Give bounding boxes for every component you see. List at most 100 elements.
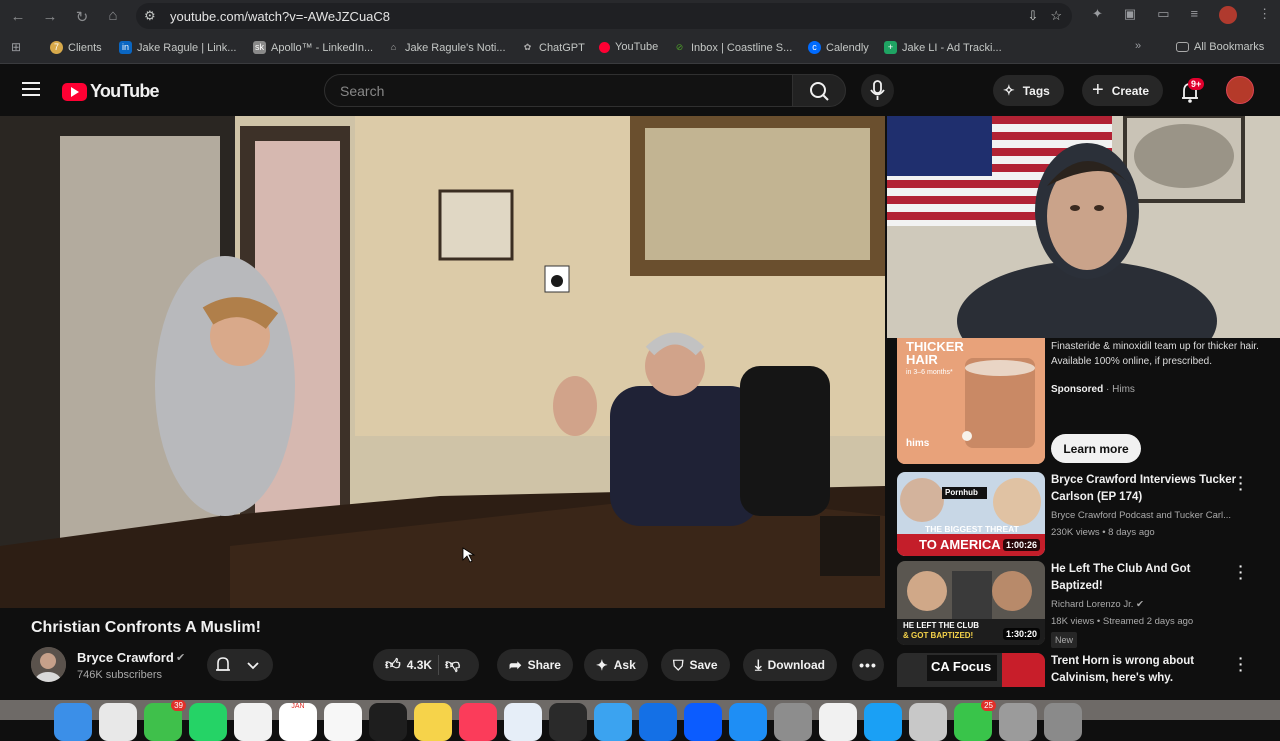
bookmark-sheets[interactable]: + Jake LI - Ad Tracki... [884, 41, 1002, 54]
settings-icon[interactable] [774, 703, 812, 741]
rec-title[interactable]: Trent Horn is wrong about Calvinism, her… [1051, 653, 1241, 687]
rec-title[interactable]: Bryce Crawford Interviews Tucker Carlson… [1051, 472, 1241, 506]
subscription-notifications-button[interactable] [207, 649, 273, 681]
capcut-icon[interactable] [819, 703, 857, 741]
notes-icon[interactable] [414, 703, 452, 741]
menu-icon[interactable]: ⋮ [1258, 6, 1271, 24]
channel-avatar-image [31, 647, 66, 682]
rec-thumb-text: CA Focus [931, 659, 992, 674]
bookmark-calendly[interactable]: c Calendly [808, 41, 869, 54]
more-vertical-icon[interactable]: · · · [1237, 559, 1245, 585]
profile-avatar[interactable] [1219, 6, 1238, 24]
mail-icon[interactable]: 25 [954, 700, 996, 741]
bookmark-linkedin[interactable]: in Jake Ragule | Link... [119, 41, 236, 54]
split-view-icon[interactable]: ▣ [1124, 6, 1136, 24]
reload-icon[interactable]: ↻ [66, 8, 98, 26]
account-avatar[interactable] [1226, 76, 1254, 104]
sparkle-icon: ✦ [596, 656, 608, 673]
bookmark-clients[interactable]: 7 Clients [50, 41, 102, 54]
bookmark-notion[interactable]: ⌂ Jake Ragule's Noti... [387, 41, 506, 54]
calendar-icon[interactable]: JAN [279, 703, 317, 741]
install-icon[interactable]: ⇩ [1027, 8, 1038, 24]
finder-icon[interactable] [54, 703, 92, 741]
more-actions-button[interactable]: ••• [852, 649, 884, 681]
site-info-icon[interactable]: ⚙ [144, 8, 166, 24]
extensions-icon[interactable]: ✦ [1092, 6, 1103, 24]
rec-title[interactable]: He Left The Club And Got Baptized! [1051, 561, 1241, 595]
preview-icon[interactable] [909, 703, 947, 741]
create-button[interactable]: + Create [1082, 75, 1164, 106]
recommendation-item[interactable]: HE LEFT THE CLUB & GOT BAPTIZED! 1:30:20… [897, 559, 1267, 648]
photos-icon[interactable] [324, 703, 362, 741]
rec-thumbnail[interactable]: Pornhub THE BIGGEST THREAT TO AMERICA 1:… [897, 472, 1045, 556]
channel-name[interactable]: Bryce Crawford [77, 650, 174, 665]
search-input[interactable] [325, 75, 792, 106]
chrome-icon[interactable] [99, 703, 137, 741]
zoom-icon[interactable] [684, 703, 722, 741]
voice-search-button[interactable] [861, 74, 894, 107]
music-icon[interactable] [459, 703, 497, 741]
back-icon[interactable]: ← [2, 8, 34, 25]
download-button[interactable]: ⤓ Download [743, 649, 837, 681]
share-button[interactable]: ➦ Share [497, 649, 573, 681]
search-field[interactable] [324, 74, 793, 107]
video-player[interactable] [0, 116, 885, 608]
cast-icon[interactable]: ▭ [1157, 6, 1169, 24]
rec-channel[interactable]: Bryce Crawford Podcast and Tucker Carl..… [1051, 509, 1261, 523]
messages-icon[interactable]: 39 [144, 700, 186, 741]
slack-icon[interactable] [234, 703, 272, 741]
rec-thumb-text: THE BIGGEST THREAT [925, 524, 1019, 534]
sparkle-app-icon[interactable] [639, 703, 677, 741]
more-vertical-icon[interactable]: · · · [1237, 653, 1245, 677]
learn-more-button[interactable]: Learn more [1051, 434, 1141, 463]
downloads-icon[interactable] [999, 703, 1037, 741]
vscode-icon[interactable] [864, 703, 902, 741]
all-bookmarks[interactable]: All Bookmarks [1176, 41, 1264, 53]
like-button[interactable]: 👍︎ 4.3K [385, 656, 432, 674]
ad-description[interactable]: Finasteride & minoxidil team up for thic… [1051, 339, 1261, 369]
home-icon[interactable]: ⌂ [97, 7, 129, 24]
maps-icon[interactable] [504, 703, 542, 741]
reading-list-icon[interactable]: ≡ [1191, 6, 1199, 24]
ask-button[interactable]: ✦ Ask [584, 649, 648, 681]
rec-thumbnail[interactable]: CA Focus [897, 653, 1045, 687]
figma-icon[interactable] [369, 703, 407, 741]
trash-icon[interactable] [1044, 703, 1082, 741]
ad-thumbnail[interactable]: THICKER HAIR in 3–6 months* hims [897, 338, 1045, 464]
linkedin-icon: in [119, 41, 132, 54]
video-title: Christian Confronts A Muslim! [31, 619, 261, 636]
video-frame [0, 116, 885, 608]
dislike-button[interactable]: 👎︎ [445, 656, 460, 674]
search-button[interactable] [792, 74, 846, 107]
recommendation-item[interactable]: CA Focus Trent Horn is wrong about Calvi… [897, 653, 1267, 687]
rec-thumb-text-2: TO AMERICA [919, 537, 1001, 552]
more-vertical-icon[interactable]: · · · [1237, 470, 1245, 496]
apps-icon[interactable]: ⊞ [11, 40, 21, 54]
duration-badge: 1:00:26 [1002, 539, 1040, 551]
rec-stats: 230K views • 8 days ago [1051, 527, 1155, 538]
more-bookmarks-icon[interactable]: » [1135, 40, 1141, 52]
ad-thumb-sub: in 3–6 months* [906, 369, 953, 376]
messenger-icon[interactable] [594, 703, 632, 741]
chatgpt-app-icon[interactable] [549, 703, 587, 741]
whatsapp-icon[interactable] [189, 703, 227, 741]
hamburger-menu-icon[interactable] [22, 82, 40, 100]
folder-icon [1176, 42, 1189, 52]
tags-button[interactable]: ✧ Tags [993, 75, 1064, 106]
rec-thumbnail[interactable]: HE LEFT THE CLUB & GOT BAPTIZED! 1:30:20 [897, 561, 1045, 645]
bookmark-inbox[interactable]: ⊘ Inbox | Coastline S... [673, 41, 793, 54]
ad-thumb-title: THICKER HAIR [906, 339, 964, 367]
address-bar[interactable]: ⚙ youtube.com/watch?v=-AWeJZCuaC8 ⇩ ☆ [136, 3, 1072, 29]
bookmark-apollo[interactable]: sk Apollo™ - LinkedIn... [253, 41, 373, 54]
forward-icon[interactable]: → [34, 8, 66, 25]
save-button[interactable]: ⛉ Save [661, 649, 730, 681]
star-icon[interactable]: ☆ [1050, 8, 1062, 24]
app-store-icon[interactable] [729, 703, 767, 741]
bookmark-youtube[interactable]: YouTube [599, 41, 658, 53]
youtube-logo[interactable]: YouTube [62, 81, 160, 102]
recommendation-item[interactable]: Pornhub THE BIGGEST THREAT TO AMERICA 1:… [897, 470, 1267, 556]
bookmark-chatgpt[interactable]: ✿ ChatGPT [521, 41, 585, 54]
channel-avatar[interactable] [31, 647, 66, 682]
sparkle-wand-icon: ✧ [1003, 82, 1015, 98]
rec-channel-row[interactable]: Richard Lorenzo Jr. ✔ [1051, 598, 1261, 612]
